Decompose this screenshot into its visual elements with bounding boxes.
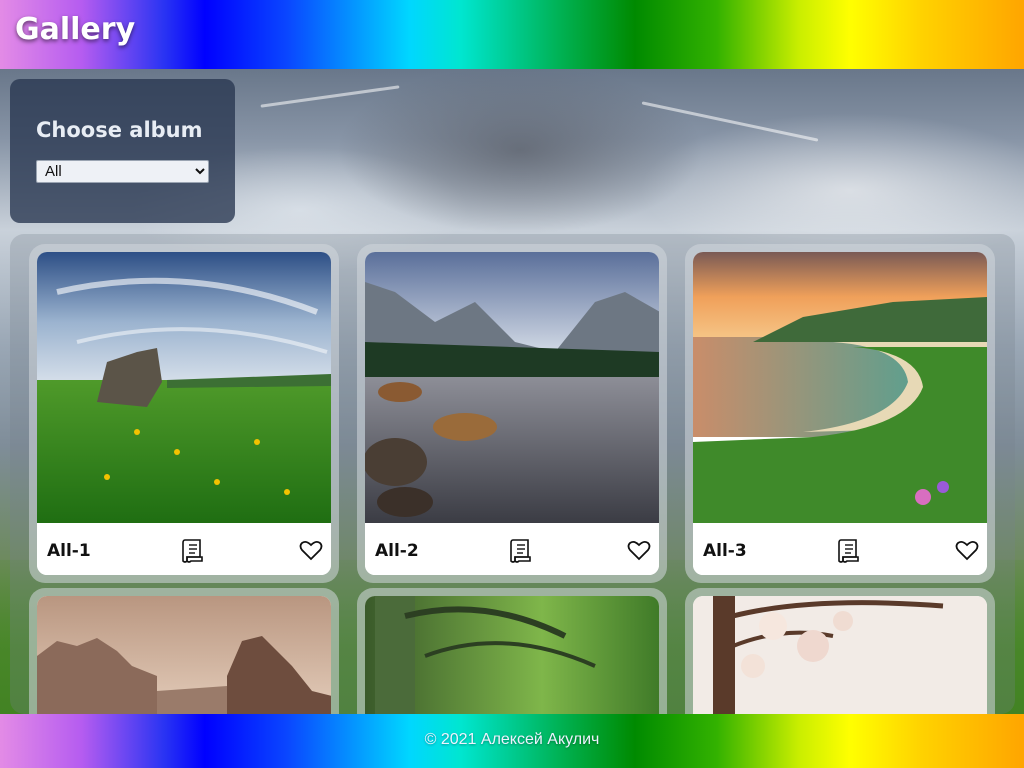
heart-icon[interactable] [955,539,979,561]
photo-card: All-2 [357,244,667,583]
photo-card: All-3 [685,244,995,583]
album-chooser-panel: Choose album All [10,79,235,223]
header-bar: Gallery [0,0,1024,69]
album-chooser-label: Choose album [36,118,203,142]
footer-bar: © 2021 Алексей Акулич [0,714,1024,768]
photo-thumbnail-coast[interactable] [693,252,987,523]
photo-card: All-1 [29,244,339,583]
card-title: All-1 [47,541,91,561]
photo-card [29,588,339,714]
photo-thumbnail-river[interactable] [365,252,659,523]
document-icon[interactable] [179,537,207,565]
album-select[interactable]: All [36,160,209,183]
photo-thumbnail-blossom-tree[interactable] [693,596,987,714]
copyright-text: © 2021 Алексей Акулич [424,731,600,748]
heart-icon[interactable] [299,539,323,561]
card-title: All-3 [703,541,747,561]
gallery-container: All-1 All-2 All-3 [10,234,1015,714]
photo-card [685,588,995,714]
photo-thumbnail-forest[interactable] [365,596,659,714]
photo-thumbnail-meadow[interactable] [37,252,331,523]
page-title: Gallery [15,12,136,47]
heart-icon[interactable] [627,539,651,561]
document-icon[interactable] [507,537,535,565]
card-title: All-2 [375,541,419,561]
document-icon[interactable] [835,537,863,565]
photo-thumbnail-rocks[interactable] [37,596,331,714]
photo-card [357,588,667,714]
